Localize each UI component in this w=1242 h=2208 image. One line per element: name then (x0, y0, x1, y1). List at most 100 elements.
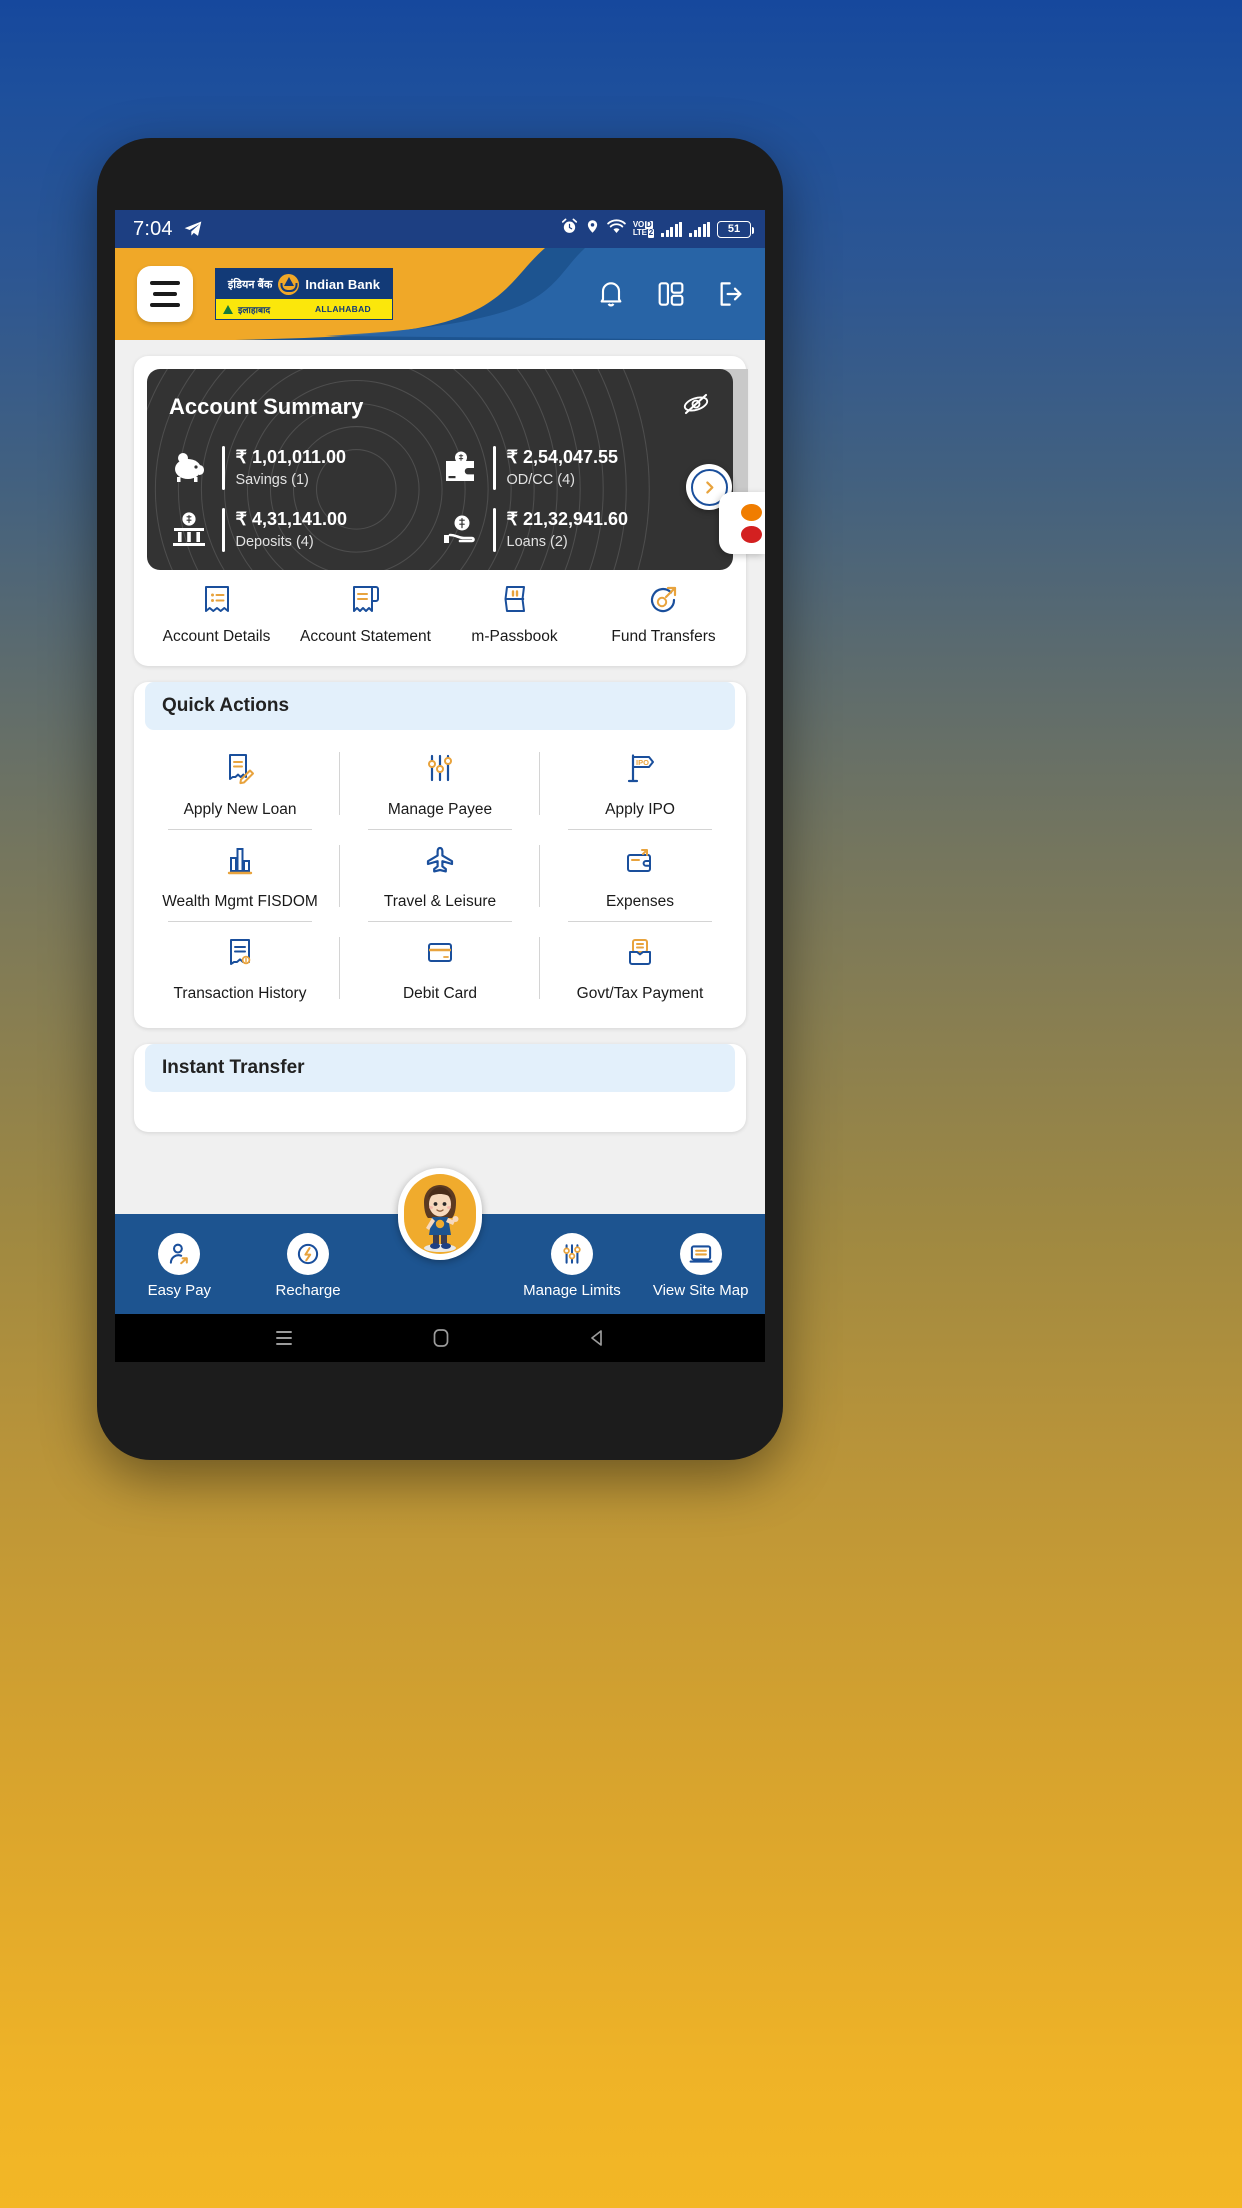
recents-icon[interactable] (272, 1327, 296, 1349)
quick-access-fund-transfers[interactable]: Fund Transfers (589, 584, 738, 648)
bank-name-english: Indian Bank (305, 276, 381, 292)
back-icon[interactable] (586, 1327, 608, 1349)
main-scroll-area[interactable]: Account Summary ₹ 1,01,011.00 Savings (1… (115, 340, 765, 1214)
fund-transfer-icon (648, 584, 680, 618)
account-tile-deposits[interactable]: ₹ 4,31,141.00 Deposits (4) (169, 508, 440, 552)
assistant-avatar (404, 1174, 476, 1254)
alarm-icon (561, 218, 578, 240)
airplane-icon (423, 844, 457, 880)
ipo-flag-icon: IPO (623, 752, 657, 788)
manage-limits-icon (550, 1233, 593, 1276)
phone-screen: 7:04 VO D LTE 2 51 इंडियन बैंक Indian Ba… (115, 210, 765, 1362)
status-icons: VO D LTE 2 51 (561, 218, 754, 240)
nav-item-easy-pay[interactable]: Easy Pay (115, 1233, 244, 1301)
status-bar: 7:04 VO D LTE 2 51 (115, 210, 765, 248)
bottom-navigation-bar: Easy Pay Recharge Manage Limits View Sit… (115, 1168, 765, 1314)
account-label: OD/CC (4) (506, 471, 575, 488)
quick-access-label: Fund Transfers (611, 628, 716, 645)
nav-label: Recharge (275, 1282, 341, 1300)
home-icon[interactable] (430, 1326, 452, 1350)
site-map-icon (679, 1233, 722, 1276)
android-navigation-bar (115, 1314, 765, 1362)
bank-logo: इंडियन बैंक Indian Bank इलाहाबाद ALLAHAB… (215, 268, 393, 320)
account-label: Deposits (4) (235, 533, 314, 550)
account-statement-icon (350, 584, 382, 618)
account-details-icon (201, 584, 233, 618)
bell-icon[interactable] (595, 278, 627, 310)
quick-action-label: Apply IPO (605, 800, 675, 818)
battery-indicator: 51 (717, 220, 754, 238)
account-summary-grid: ₹ 1,01,011.00 Savings (1) ₹ 2,54,047.55 … (169, 446, 711, 552)
signal-bars-sim1 (661, 221, 682, 237)
wallpaper-background: 7:04 VO D LTE 2 51 इंडियन बैंक Indian Ba… (0, 0, 1242, 2208)
nav-item-manage-limits[interactable]: Manage Limits (508, 1233, 637, 1301)
quick-action-debit-card[interactable]: Debit Card (340, 922, 540, 1014)
allahabad-english: ALLAHABAD (314, 304, 371, 314)
quick-action-expenses[interactable]: Expenses (540, 830, 740, 923)
svg-text:IPO: IPO (636, 758, 649, 767)
allahabad-hindi: इलाहाबाद (238, 304, 271, 315)
logout-icon[interactable] (715, 278, 747, 310)
volte-indicator: VO D LTE 2 (632, 219, 654, 238)
status-time: 7:04 (133, 217, 173, 240)
quick-action-label: Expenses (605, 892, 675, 910)
quick-action-label: Govt/Tax Payment (576, 984, 704, 1002)
nav-label: Easy Pay (147, 1282, 212, 1300)
location-icon (585, 218, 600, 240)
quick-action-label: Manage Payee (387, 800, 493, 818)
virtual-assistant-button[interactable] (398, 1168, 482, 1260)
account-amount: ₹ 21,32,941.60 (506, 509, 629, 530)
account-amount: ₹ 4,31,141.00 (235, 509, 348, 530)
quick-action-govt-tax-payment[interactable]: Govt/Tax Payment (540, 922, 740, 1014)
quick-action-apply-new-loan[interactable]: Apply New Loan (140, 738, 340, 830)
quick-actions-title: Quick Actions (145, 681, 735, 730)
account-summary-panel: Account Summary ₹ 1,01,011.00 Savings (1… (147, 369, 733, 570)
nav-item-recharge[interactable]: Recharge (244, 1233, 373, 1301)
instant-transfer-title: Instant Transfer (145, 1044, 735, 1092)
quick-action-transaction-history[interactable]: Transaction History (140, 922, 340, 1014)
account-tile-loans[interactable]: ₹ 21,32,941.60 Loans (2) (440, 508, 711, 552)
telegram-icon (183, 219, 203, 239)
quick-access-account-statement[interactable]: Account Statement (291, 584, 440, 648)
quick-action-manage-payee[interactable]: Manage Payee (340, 738, 540, 830)
wifi-icon (607, 218, 626, 240)
phone-device-frame: 7:04 VO D LTE 2 51 इंडियन बैंक Indian Ba… (97, 138, 783, 1460)
quick-action-travel-leisure[interactable]: Travel & Leisure (340, 830, 540, 923)
apply-loan-icon (223, 752, 257, 788)
account-summary-card: Account Summary ₹ 1,01,011.00 Savings (1… (134, 356, 748, 666)
sliders-icon (423, 752, 457, 788)
quick-actions-card: Quick Actions Apply New Loan Manage Paye… (134, 681, 746, 1028)
quick-action-label: Transaction History (173, 984, 307, 1002)
quick-action-label: Apply New Loan (183, 800, 297, 818)
debit-card-icon (423, 936, 457, 972)
account-tile-savings[interactable]: ₹ 1,01,011.00 Savings (1) (169, 446, 440, 490)
quick-action-apply-ipo[interactable]: IPO Apply IPO (540, 738, 740, 830)
quick-actions-grid: Apply New Loan Manage Payee IPO Apply IP… (134, 730, 746, 1028)
quick-access-mpassbook[interactable]: m-Passbook (440, 584, 589, 648)
loan-hand-icon (440, 511, 482, 549)
quick-action-wealth-mgmt-fisdom[interactable]: Wealth Mgmt FISDOM (140, 830, 340, 923)
bank-emblem-icon (278, 273, 300, 295)
allahabad-emblem-icon (223, 304, 233, 314)
account-label: Savings (1) (235, 471, 309, 488)
govt-tax-icon (623, 936, 657, 972)
bank-name-hindi: इंडियन बैंक (227, 278, 273, 291)
easy-pay-icon (158, 1233, 201, 1276)
eye-off-icon[interactable] (681, 389, 711, 424)
hamburger-menu-button[interactable] (137, 266, 193, 322)
account-tile-odcc[interactable]: ₹ 2,54,047.55 OD/CC (4) (440, 446, 711, 490)
instant-transfer-card: Instant Transfer (134, 1044, 746, 1132)
quick-access-account-details[interactable]: Account Details (142, 584, 291, 648)
quick-access-label: m-Passbook (471, 628, 558, 645)
page-title: Account Summary (169, 393, 364, 419)
dashboard-grid-icon[interactable] (655, 278, 687, 310)
wallet-icon (440, 449, 482, 487)
widget-dot-red (741, 525, 762, 543)
expenses-wallet-icon (623, 844, 657, 880)
quick-action-label: Debit Card (402, 984, 478, 1002)
floating-assistant-widget[interactable] (719, 492, 765, 554)
widget-dot-orange (741, 503, 762, 521)
quick-access-row: Account Details Account Statement m-Pass… (134, 570, 746, 666)
nav-item-view-site-map[interactable]: View Site Map (636, 1233, 765, 1301)
signal-bars-sim2 (689, 221, 710, 237)
